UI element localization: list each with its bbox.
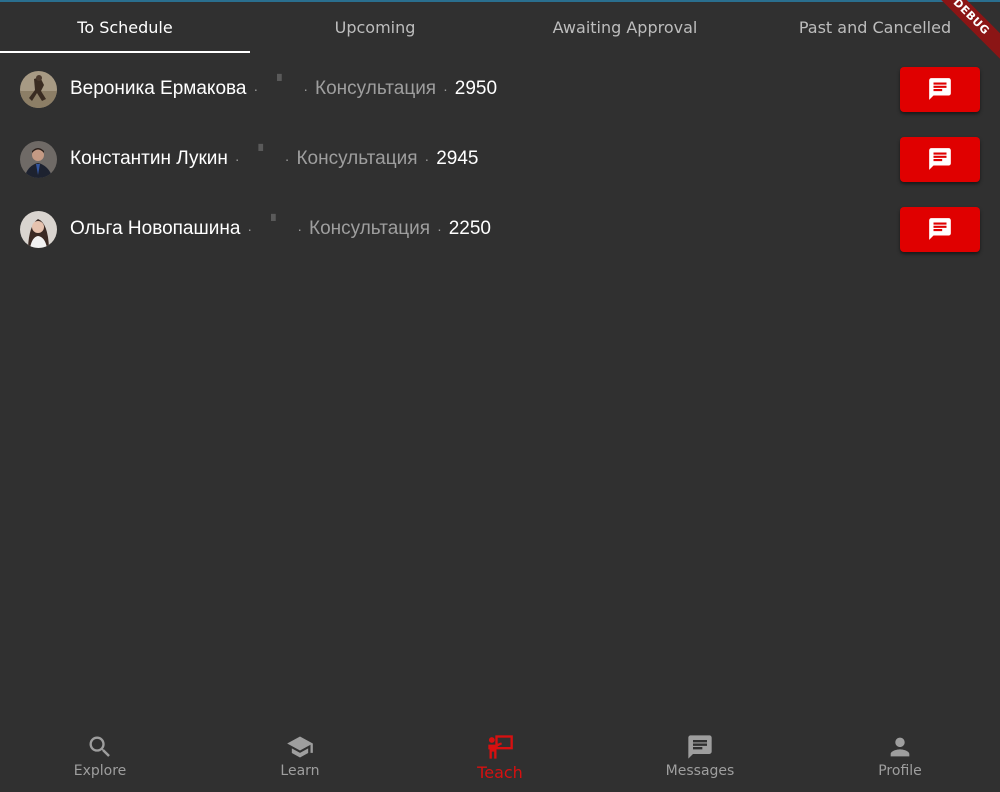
separator: · <box>247 221 253 237</box>
student-name: Ольга Новопашина <box>70 218 241 239</box>
chat-icon <box>929 148 951 170</box>
separator: · <box>443 81 448 97</box>
list-item[interactable]: Ольга Новопашина · ▘ · Консультация · 22… <box>0 194 1000 264</box>
separator: · <box>234 151 240 167</box>
separator: · <box>253 81 259 97</box>
tab-to-schedule[interactable]: To Schedule <box>0 2 250 53</box>
nav-learn[interactable]: Learn <box>200 722 400 792</box>
price: 2250 <box>448 218 492 239</box>
lesson-type: Консультация <box>309 218 431 239</box>
message-button[interactable] <box>900 206 980 252</box>
search-icon <box>89 736 110 757</box>
nav-label: Explore <box>73 763 127 779</box>
avatar <box>20 70 57 108</box>
list-item[interactable]: Вероника Ермакова · ▘ · Консультация · 2… <box>0 54 1000 124</box>
nav-teach[interactable]: Teach <box>400 722 600 792</box>
separator: · <box>424 151 430 167</box>
list-item[interactable]: Константин Лукин · ▘ · Консультация · 29… <box>0 124 1000 194</box>
avatar <box>20 210 57 248</box>
ghost-mark: ▘ <box>277 74 287 88</box>
ghost-mark: ▘ <box>271 214 281 228</box>
price: 2945 <box>436 148 479 169</box>
nav-profile[interactable]: Profile <box>800 722 1000 792</box>
avatar <box>20 140 57 178</box>
chat-icon <box>929 218 951 240</box>
tab-upcoming[interactable]: Upcoming <box>250 2 500 52</box>
message-icon <box>688 735 712 759</box>
tab-bar: To Schedule Upcoming Awaiting Approval P… <box>0 2 1000 53</box>
lesson-type: Консультация <box>296 148 418 169</box>
chat-icon <box>929 78 951 100</box>
nav-label: Profile <box>878 763 922 779</box>
separator: · <box>284 151 290 167</box>
student-name: Константин Лукин <box>70 148 228 169</box>
nav-label: Teach <box>477 763 523 782</box>
teacher-board-icon <box>488 735 513 759</box>
graduation-cap-icon <box>287 736 313 758</box>
message-button[interactable] <box>900 66 980 112</box>
tab-awaiting-approval[interactable]: Awaiting Approval <box>500 2 750 52</box>
nav-label: Learn <box>280 763 320 779</box>
bottom-navigation: Explore Learn Teach Messages Profile <box>0 722 1000 792</box>
nav-explore[interactable]: Explore <box>0 722 200 792</box>
price: 2950 <box>454 78 498 99</box>
booking-list: Вероника Ермакова · ▘ · Консультация · 2… <box>0 54 1000 264</box>
separator: · <box>303 81 309 97</box>
nav-label: Messages <box>665 763 735 779</box>
separator: · <box>297 221 302 237</box>
person-icon <box>890 737 910 757</box>
nav-messages[interactable]: Messages <box>600 722 800 792</box>
student-name: Вероника Ермакова <box>70 78 247 99</box>
lesson-type: Консультация <box>315 78 437 99</box>
separator: · <box>437 221 442 237</box>
ghost-mark: ▘ <box>258 144 268 158</box>
message-button[interactable] <box>900 136 980 182</box>
